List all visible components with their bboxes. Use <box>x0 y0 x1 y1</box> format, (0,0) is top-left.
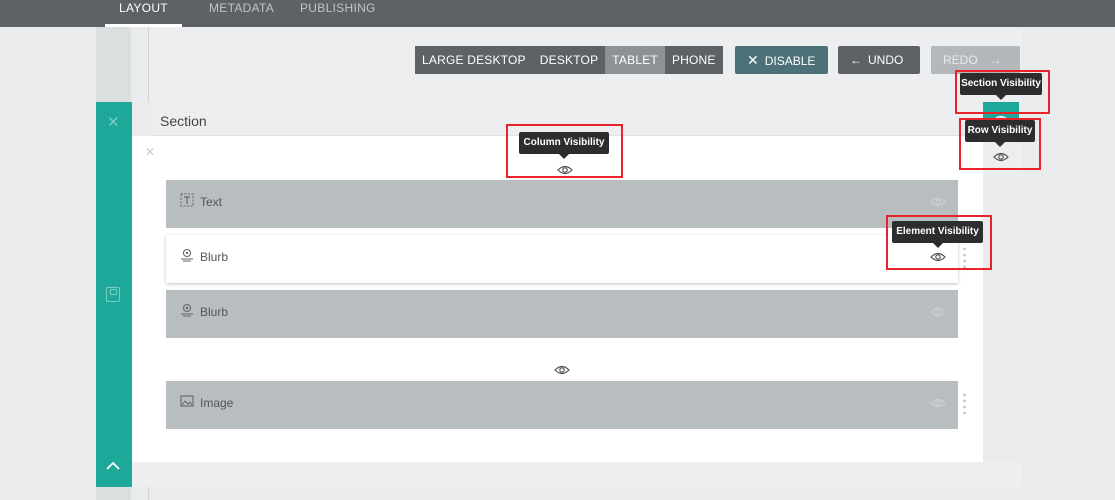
chevron-up-icon[interactable] <box>105 458 121 474</box>
tab-layout[interactable]: LAYOUT <box>105 0 182 27</box>
close-section-icon[interactable]: ✕ <box>107 113 120 131</box>
eye-icon[interactable] <box>930 397 946 409</box>
close-row-icon[interactable]: ✕ <box>145 145 155 159</box>
divider <box>148 27 149 102</box>
disable-label: DISABLE <box>764 54 816 68</box>
tab-metadata[interactable]: METADATA <box>209 0 274 27</box>
undo-button[interactable]: ← UNDO <box>838 46 920 74</box>
image-icon <box>180 395 194 407</box>
arrow-right-icon: → <box>989 53 1002 67</box>
close-icon: ✕ <box>747 52 759 68</box>
column-visibility-eye-icon[interactable] <box>554 364 570 376</box>
blurb-icon <box>181 248 193 262</box>
disable-button[interactable]: ✕ DISABLE <box>735 46 828 74</box>
tab-publishing[interactable]: PUBLISHING <box>300 0 376 27</box>
device-large-desktop-button[interactable]: LARGE DESKTOP <box>415 46 533 74</box>
module-label: Image <box>200 396 234 410</box>
module-label: Blurb <box>200 250 229 264</box>
device-tablet-button[interactable]: TABLET <box>605 46 665 74</box>
row-visibility-highlight <box>959 118 1041 170</box>
module-image[interactable]: Image <box>166 381 958 429</box>
eye-icon[interactable] <box>930 196 946 208</box>
section-title: Section <box>160 113 207 129</box>
undo-label: UNDO <box>868 53 904 67</box>
section-footer <box>132 462 1022 487</box>
module-blurb-visible[interactable]: Blurb <box>166 235 958 283</box>
column-visibility-highlight <box>506 124 623 178</box>
element-visibility-highlight <box>886 215 992 270</box>
module-blurb-hidden[interactable]: Blurb <box>166 290 958 338</box>
eye-icon[interactable] <box>930 306 946 318</box>
arrow-left-icon: ← <box>850 53 862 67</box>
device-switcher: LARGE DESKTOP DESKTOP TABLET PHONE <box>415 46 723 74</box>
module-label: Text <box>200 195 223 209</box>
save-icon[interactable] <box>106 287 120 302</box>
text-icon <box>180 193 194 207</box>
device-desktop-button[interactable]: DESKTOP <box>532 46 606 74</box>
section-visibility-highlight <box>955 70 1050 114</box>
module-label: Blurb <box>200 305 229 319</box>
blurb-icon <box>181 303 193 317</box>
drag-handle[interactable] <box>963 392 966 414</box>
redo-label: REDO <box>943 53 978 67</box>
module-text[interactable]: Text <box>166 180 958 228</box>
top-nav-bar: LAYOUT METADATA PUBLISHING <box>0 0 1115 27</box>
device-phone-button[interactable]: PHONE <box>664 46 723 74</box>
